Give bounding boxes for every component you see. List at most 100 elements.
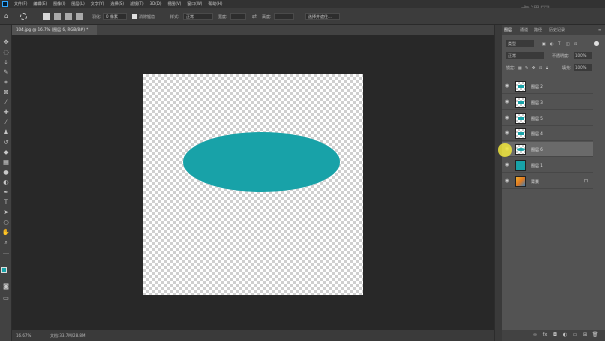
eraser-tool-icon[interactable]: ◆ (2, 149, 10, 157)
visibility-eye-icon[interactable]: ◉ (505, 99, 511, 105)
layer-name[interactable]: 图层 1 (531, 158, 543, 173)
quick-select-tool-icon[interactable]: ✎ (2, 69, 10, 77)
intersect-selection-icon[interactable] (76, 13, 83, 20)
lock-image-icon[interactable]: ✎ (525, 63, 528, 72)
gradient-tool-icon[interactable]: ▦ (2, 159, 10, 167)
screen-mode-icon[interactable]: ▭ (2, 295, 10, 303)
shape-tool-icon[interactable]: ○ (2, 219, 10, 227)
new-group-icon[interactable]: ▭ (572, 332, 578, 338)
blend-mode-select[interactable]: 正常 (506, 52, 544, 59)
visibility-eye-icon[interactable]: ◉ (505, 83, 511, 89)
delete-layer-icon[interactable]: 🗑︎ (592, 332, 598, 338)
fill-input[interactable]: 100% (574, 64, 592, 71)
document-info[interactable]: 文档:33.7M/28.8M (50, 330, 85, 341)
layer-row-4[interactable]: ◉ 图层 4 (502, 126, 593, 141)
layer-row-background[interactable]: ◉ 背景 ⊓ (502, 174, 593, 189)
tab-layers[interactable]: 图层 (504, 25, 512, 35)
visibility-eye-icon[interactable]: ◉ (505, 178, 511, 184)
foreground-color-swatch[interactable] (1, 267, 7, 273)
add-selection-icon[interactable] (54, 13, 61, 20)
menu-layer[interactable]: 图层(L) (68, 0, 87, 8)
zoom-tool-icon[interactable]: ⌕ (2, 239, 10, 247)
new-selection-icon[interactable] (43, 13, 50, 20)
layer-row-2[interactable]: ◉ 图层 2 (502, 79, 593, 94)
lock-all-icon[interactable]: 🔒︎ (546, 63, 548, 72)
healing-brush-icon[interactable]: ✚ (2, 109, 10, 117)
menu-help[interactable]: 帮助(H) (205, 0, 225, 8)
layer-name[interactable]: 图层 5 (531, 111, 543, 126)
lock-transparent-icon[interactable]: ▦ (518, 63, 522, 72)
frame-tool-icon[interactable]: ⊠ (2, 89, 10, 97)
lock-artboard-icon[interactable]: ⊡ (539, 63, 542, 72)
menu-select[interactable]: 选择(S) (107, 0, 127, 8)
visibility-eye-icon[interactable]: ◉ (505, 115, 511, 121)
link-layers-icon[interactable]: ∞ (532, 332, 538, 338)
photoshop-logo-icon[interactable] (2, 1, 8, 7)
opacity-input[interactable]: 100% (574, 52, 592, 59)
tab-channels[interactable]: 通道 (520, 25, 528, 35)
type-tool-icon[interactable]: T (2, 199, 10, 207)
path-selection-icon[interactable]: ➤ (2, 209, 10, 217)
clone-stamp-icon[interactable]: ♟ (2, 129, 10, 137)
dodge-tool-icon[interactable]: ◐ (2, 179, 10, 187)
menu-file[interactable]: 文件(F) (11, 0, 30, 8)
menu-type[interactable]: 文字(Y) (88, 0, 108, 8)
add-mask-icon[interactable]: ◘ (552, 332, 558, 338)
select-and-mask-button[interactable]: 选择并遮住... (305, 13, 340, 20)
lasso-tool-icon[interactable]: ↆ (2, 59, 10, 67)
menu-filter[interactable]: 滤镜(T) (127, 0, 147, 8)
layer-name[interactable]: 图层 3 (531, 95, 543, 110)
move-tool-icon[interactable]: ✥ (2, 39, 10, 47)
tab-paths[interactable]: 路径 (534, 25, 542, 35)
filter-type-icon[interactable]: T (558, 39, 560, 48)
visibility-eye-icon[interactable]: ◉ (505, 162, 511, 168)
layer-row-3[interactable]: ◉ 图层 3 (502, 95, 593, 110)
filter-smart-object-icon[interactable]: ⊡ (574, 39, 577, 48)
tab-history[interactable]: 历史记录 (549, 25, 565, 35)
panel-menu-icon[interactable]: ≡ (598, 25, 601, 35)
elliptical-marquee-icon[interactable] (20, 13, 27, 20)
more-tools-icon[interactable]: … (2, 249, 10, 257)
layer-row-6-selected[interactable]: ◉ 图层 6 (502, 142, 593, 157)
history-brush-icon[interactable]: ↺ (2, 139, 10, 147)
document-tab[interactable]: 104.jpg @ 16.7% (图层 6, RGB/8#) * (12, 25, 97, 35)
teal-ellipse-shape[interactable] (183, 132, 340, 192)
menu-window[interactable]: 窗口(W) (184, 0, 205, 8)
antialias-checkbox[interactable] (132, 14, 137, 19)
layer-name[interactable]: 图层 2 (531, 79, 543, 94)
adjustment-layer-icon[interactable]: ◐ (562, 332, 568, 338)
new-layer-icon[interactable]: ⊞ (582, 332, 588, 338)
eyedropper-tool-icon[interactable]: ⁄ (2, 99, 10, 107)
filter-toggle-icon[interactable] (594, 41, 599, 46)
layer-name[interactable]: 背景 (531, 174, 539, 189)
layer-row-1[interactable]: ◉ 图层 1 (502, 158, 593, 173)
filter-pixel-icon[interactable]: ▣ (542, 39, 546, 48)
layer-name[interactable]: 图层 6 (531, 142, 543, 157)
layer-name[interactable]: 图层 4 (531, 126, 543, 141)
layer-filter-select[interactable]: 类型 (506, 40, 534, 47)
hand-tool-icon[interactable]: ✋ (2, 229, 10, 237)
menu-3d[interactable]: 3D(D) (147, 0, 165, 8)
menu-edit[interactable]: 编辑(E) (30, 0, 50, 8)
menu-image[interactable]: 图像(I) (50, 0, 68, 8)
blur-tool-icon[interactable]: ● (2, 169, 10, 177)
layer-style-icon[interactable]: fx (542, 332, 548, 338)
zoom-level[interactable]: 16.67% (16, 330, 31, 341)
style-select[interactable]: 正常 (183, 13, 213, 20)
menu-view[interactable]: 视图(V) (164, 0, 184, 8)
marquee-tool-icon[interactable]: ◌ (2, 49, 10, 57)
lock-position-icon[interactable]: ✥ (532, 63, 535, 72)
filter-adjustment-icon[interactable]: ◐ (550, 39, 554, 48)
quick-mask-icon[interactable]: ◙ (2, 283, 10, 291)
crop-tool-icon[interactable]: ⌗ (2, 79, 10, 87)
home-icon[interactable]: ⌂ (4, 13, 11, 20)
brush-tool-icon[interactable]: ⁄ (2, 119, 10, 127)
subtract-selection-icon[interactable] (65, 13, 72, 20)
pen-tool-icon[interactable]: ✒ (2, 189, 10, 197)
feather-input[interactable]: 0 像素 (103, 13, 127, 20)
layer-row-5[interactable]: ◉ 图层 5 (502, 111, 593, 126)
height-input[interactable] (274, 13, 294, 20)
width-input[interactable] (230, 13, 246, 20)
visibility-eye-icon[interactable]: ◉ (505, 130, 511, 136)
filter-shape-icon[interactable]: ◫ (566, 39, 570, 48)
